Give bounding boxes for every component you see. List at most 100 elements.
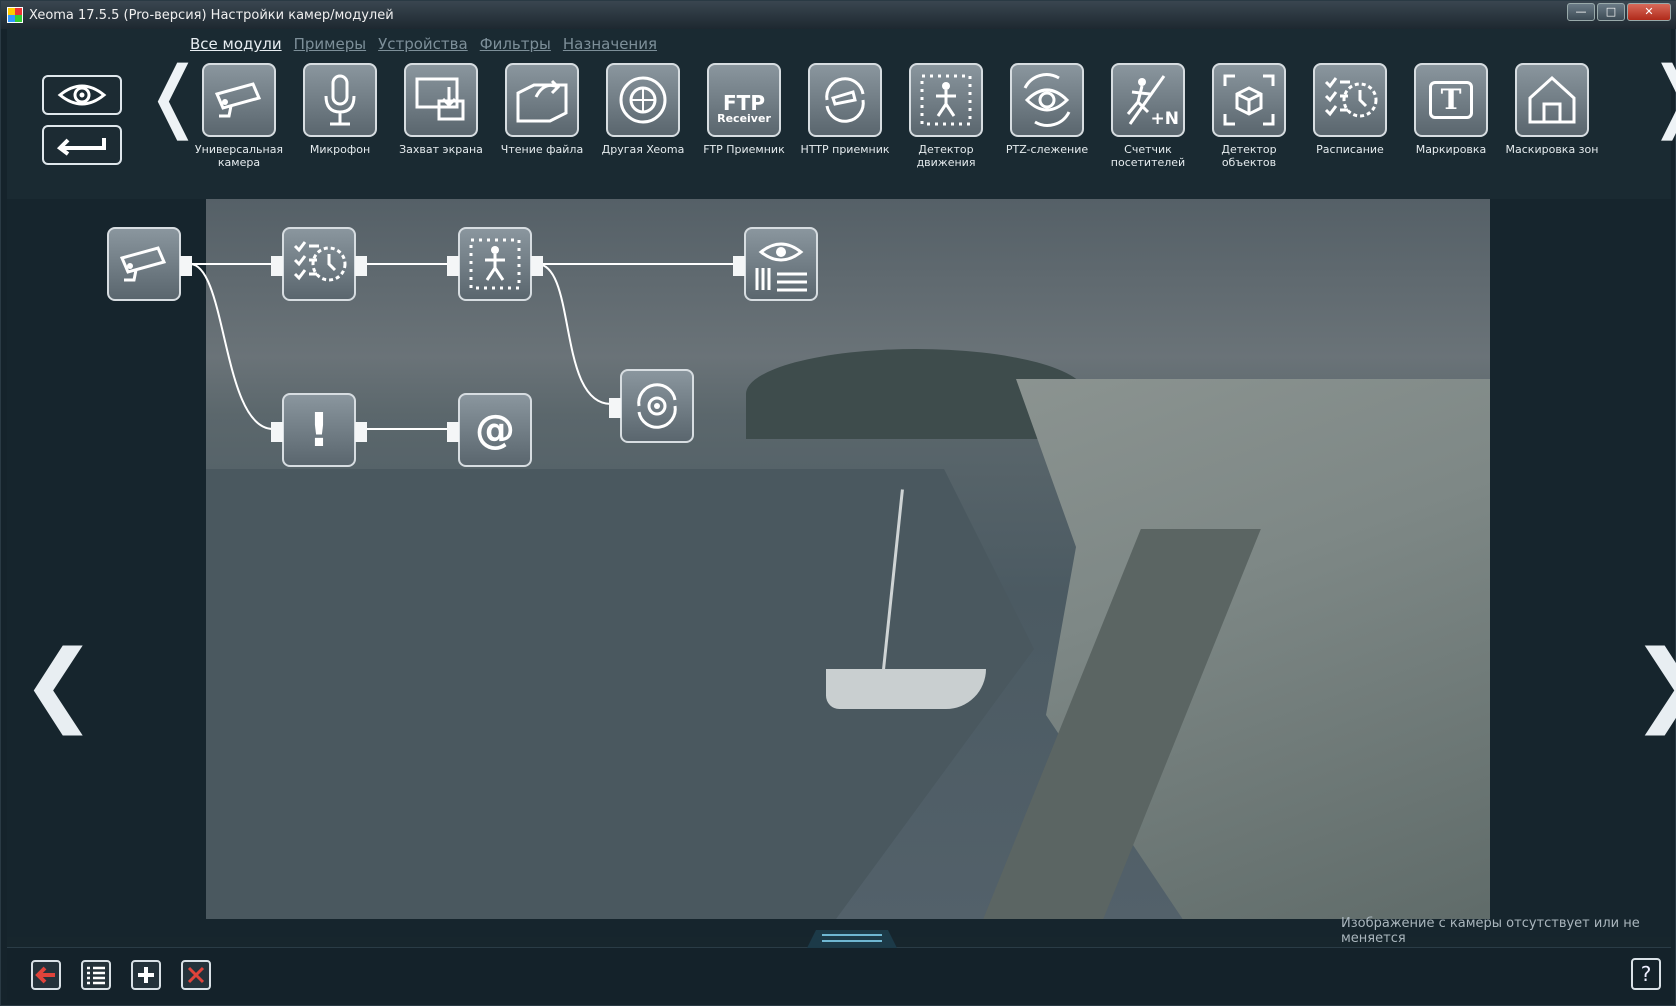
module-http-receiver[interactable]: HTTP приемник — [793, 63, 897, 156]
ptz-tracking-icon — [1010, 63, 1084, 137]
visitors-counter-icon: +N — [1111, 63, 1185, 137]
help-button[interactable]: ? — [1631, 958, 1661, 990]
input-port[interactable] — [271, 256, 283, 276]
maximize-button[interactable]: □ — [1597, 3, 1625, 21]
module-label: Детектор движения — [916, 143, 976, 169]
node-ptz[interactable] — [609, 369, 694, 443]
input-port[interactable] — [447, 422, 459, 442]
node-motion-detector[interactable] — [447, 227, 543, 301]
list-icon — [87, 966, 105, 985]
exit-button[interactable] — [31, 960, 61, 990]
window-controls: — □ ✕ — [1567, 3, 1671, 21]
motion-detector-icon — [469, 238, 521, 290]
chain-connections — [189, 263, 735, 430]
module-filter-tabs: Все модули Примеры Устройства Фильтры На… — [190, 35, 657, 53]
eye-icon — [57, 84, 107, 106]
output-port[interactable] — [180, 256, 192, 276]
camera-icon — [119, 246, 167, 282]
other-xeoma-icon — [606, 63, 680, 137]
module-toolbar: Все модули Примеры Устройства Фильтры На… — [7, 29, 1676, 199]
minimize-button[interactable]: — — [1567, 3, 1595, 21]
title-bar: Xeoma 17.5.5 (Pro-версия) Настройки каме… — [1, 1, 1676, 29]
module-label: Маскировка зон — [1505, 143, 1599, 156]
bottom-toolbar: ? — [7, 930, 1671, 1001]
email-icon: @ — [475, 407, 515, 453]
preview-archive-icon — [755, 242, 807, 292]
ftp-text: FTP — [723, 91, 765, 115]
module-label: Детектор объектов — [1221, 143, 1277, 169]
input-port[interactable] — [271, 422, 283, 442]
close-button[interactable]: ✕ — [1627, 3, 1671, 21]
window-title: Xeoma 17.5.5 (Pro-версия) Настройки каме… — [29, 7, 394, 23]
marking-icon: T — [1414, 63, 1488, 137]
delete-icon — [187, 966, 205, 984]
module-other-xeoma[interactable]: Другая Xeoma — [591, 63, 695, 156]
panel-grip[interactable] — [807, 930, 897, 948]
camera-icon — [202, 63, 276, 137]
return-button[interactable] — [42, 125, 122, 165]
module-marking[interactable]: T Маркировка — [1399, 63, 1503, 156]
module-label: Захват экрана — [399, 143, 483, 156]
schedule-icon — [1313, 63, 1387, 137]
ftp-receiver-icon: FTP Receiver — [707, 63, 781, 137]
input-port[interactable] — [447, 256, 459, 276]
module-privacy-masking[interactable]: Маскировка зон — [1500, 63, 1604, 156]
module-label: HTTP приемник — [800, 143, 890, 156]
camera-status-text: Изображение с камеры отсутствует или не … — [1341, 916, 1640, 946]
tab-filters[interactable]: Фильтры — [480, 35, 551, 53]
microphone-icon — [303, 63, 377, 137]
list-button[interactable] — [81, 960, 111, 990]
module-label: Маркировка — [1415, 143, 1487, 156]
file-reading-icon — [505, 63, 579, 137]
add-button[interactable] — [131, 960, 161, 990]
module-label: Расписание — [1316, 143, 1384, 156]
palette-next-arrow[interactable]: ❭ — [1643, 57, 1676, 135]
module-object-detector[interactable]: Детектор объектов — [1197, 63, 1301, 169]
app-icon — [7, 7, 23, 23]
motion-detector-icon — [909, 63, 983, 137]
marking-letter: T — [1429, 81, 1473, 119]
output-port[interactable] — [355, 256, 367, 276]
tab-examples[interactable]: Примеры — [294, 35, 366, 53]
exit-icon — [35, 966, 55, 984]
input-port[interactable] — [733, 256, 745, 276]
module-microphone[interactable]: Микрофон — [288, 63, 392, 156]
node-problems-detector[interactable]: ! — [271, 393, 367, 467]
output-port[interactable] — [355, 422, 367, 442]
module-label: Универсальная камера — [194, 143, 284, 169]
node-email[interactable]: @ — [447, 393, 532, 467]
module-file-reading[interactable]: Чтение файла — [490, 63, 594, 156]
node-schedule[interactable] — [271, 227, 367, 301]
next-camera-arrow[interactable]: ❯ — [1631, 639, 1676, 729]
return-arrow-icon — [56, 138, 106, 156]
delete-button[interactable] — [181, 960, 211, 990]
module-ftp-receiver[interactable]: FTP Receiver FTP Приемник — [692, 63, 796, 156]
module-screen-capture[interactable]: Захват экрана — [389, 63, 493, 156]
counter-badge: +N — [1150, 109, 1179, 129]
module-motion-detector[interactable]: Детектор движения — [894, 63, 998, 169]
module-label: Другая Xeoma — [601, 143, 685, 156]
module-universal-camera[interactable]: Универсальная камера — [187, 63, 291, 169]
node-preview-archive[interactable] — [733, 227, 818, 301]
module-ptz-tracking[interactable]: PTZ-слежение — [995, 63, 1099, 156]
preview-button[interactable] — [42, 75, 122, 115]
prev-camera-arrow[interactable]: ❮ — [21, 639, 96, 729]
ptz-icon — [637, 383, 677, 429]
tab-destinations[interactable]: Назначения — [563, 35, 657, 53]
module-label: Микрофон — [309, 143, 371, 156]
module-label: PTZ-слежение — [1005, 143, 1089, 156]
module-schedule[interactable]: Расписание — [1298, 63, 1402, 156]
main-viewport: Все модули Примеры Устройства Фильтры На… — [7, 29, 1676, 1001]
schedule-icon — [293, 241, 347, 282]
http-receiver-icon — [808, 63, 882, 137]
privacy-masking-icon — [1515, 63, 1589, 137]
node-camera[interactable] — [107, 227, 192, 301]
screen-capture-icon — [404, 63, 478, 137]
module-visitors-counter[interactable]: +N Счетчик посетителей — [1096, 63, 1200, 169]
problems-detector-icon: ! — [308, 403, 330, 457]
module-palette: Универсальная камера Микрофон Захват экр… — [187, 63, 1643, 193]
input-port[interactable] — [609, 398, 621, 418]
output-port[interactable] — [531, 256, 543, 276]
chain-canvas: ! @ ❮ ❯ — [7, 199, 1676, 937]
tab-devices[interactable]: Устройства — [378, 35, 468, 53]
